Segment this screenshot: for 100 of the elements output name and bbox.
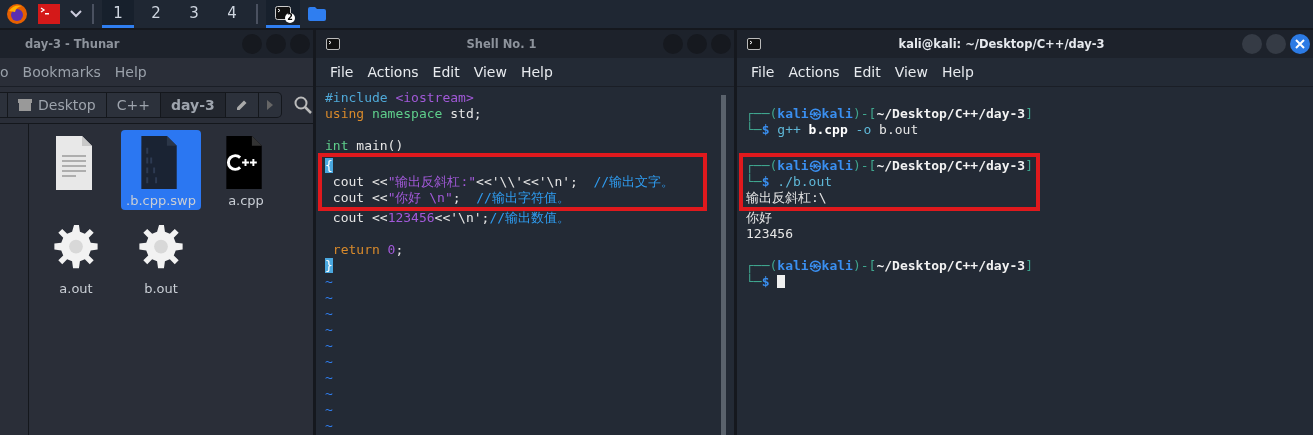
menu-item[interactable]: Help [520,64,553,80]
menu-item[interactable]: Actions [367,64,419,80]
code-text: b.out [878,122,919,137]
code-text: #include [325,90,388,105]
menu-item[interactable]: File [751,64,775,80]
workspace-button[interactable]: 4 [216,0,248,28]
chevron-down-icon[interactable] [70,10,82,18]
code-text: ] [1025,158,1033,173]
terminal-icon[interactable] [38,4,60,24]
code-text: ~/Desktop/C++/day-3 [876,106,1026,121]
folder-icon[interactable] [308,7,326,21]
browser-icon[interactable] [6,3,28,25]
empty-line-marker: ~ [325,370,333,385]
scrollbar[interactable] [721,95,726,435]
menu-item[interactable]: Edit [853,64,881,80]
code-text: cout << [331,190,388,205]
path-button[interactable]: Desktop [8,92,107,118]
code-text: "输出反斜杠:" [387,174,477,189]
window-title: day-3 - Thunar [25,37,120,51]
workspace-button[interactable]: 3 [178,0,210,28]
window-title: Shell No. 1 [465,37,538,51]
menu-item[interactable]: o [0,64,9,80]
code-text: g++ [776,122,801,137]
code-text: └─ [746,274,762,289]
terminal-icon [275,5,291,20]
empty-line-marker: ~ [325,338,333,353]
window-title: kali@kali: ~/Desktop/C++/day-3 [897,37,1106,51]
file-name: a.cpp [228,193,264,208]
workspace-button[interactable]: 2 [140,0,172,28]
code-text: cout << [331,174,388,189]
edit-path-button[interactable] [225,92,259,118]
code-text: ┌──( [746,158,778,173]
code-text: -o [854,122,872,137]
cursor: } [325,258,333,273]
search-icon[interactable] [293,96,312,114]
code-text: ~/Desktop/C++/day-3 [876,158,1026,173]
code-text: //输出数值。 [489,210,571,225]
terminal-icon [747,38,761,50]
triangle-right-icon [266,100,273,110]
empty-line-marker: ~ [325,322,333,337]
code-text: └─ [746,122,762,137]
menu-item[interactable]: Actions [788,64,840,80]
file-tile[interactable]: a.out [36,218,116,298]
code-text: $ [761,122,770,137]
workspace-button[interactable]: 1 [102,0,134,28]
bracket-highlight: { [325,158,333,173]
terminal-task-button[interactable]: 2 [266,0,300,28]
menu-item[interactable]: Edit [432,64,460,80]
code-text: ] [1025,258,1033,273]
menu-item[interactable]: View [473,64,507,80]
path-button[interactable] [0,92,8,118]
minimize-button[interactable] [1242,34,1262,54]
menu-item[interactable]: View [894,64,928,80]
file-tile[interactable]: b.out [121,218,201,298]
code-text: "你好 \n" [387,190,453,205]
close-icon[interactable] [1290,34,1310,54]
code-text: 123456 [387,210,435,225]
code-text: int [325,138,349,153]
menu-item[interactable]: File [330,64,354,80]
code-text: )-[ [852,158,877,173]
code-text: cout << [331,210,388,225]
code-text: <iostream> [394,90,474,105]
empty-line-marker: ~ [325,354,333,369]
file-tile[interactable]: a.cpp [206,130,286,210]
code-text: ] [1025,106,1033,121]
code-text: ; [452,190,461,205]
empty-line-marker: ~ [325,306,333,321]
empty-line-marker: ~ [325,386,333,401]
code-text: b.cpp [807,122,848,137]
code-text: return [331,242,380,257]
code-text: using [325,106,365,121]
empty-line-marker: ~ [325,418,333,433]
code-text: //输出字符值。 [475,190,570,205]
code-text: ┌──( [746,106,778,121]
menu-item[interactable]: Bookmarks [22,64,101,80]
drive-icon [18,99,32,111]
code-text: std; [449,106,482,121]
pencil-icon [235,99,248,111]
terminal-icon [326,38,340,50]
code-text: //输出文字。 [592,174,675,189]
code-text: 输出反斜杠:\ [746,190,827,205]
count-badge: 2 [285,13,295,23]
code-text: └─ [746,174,762,189]
code-text: kali㉿kali [777,106,853,121]
code-text: <<'\\'<<'\n'; [476,174,578,189]
path-button[interactable]: day-3 [161,92,226,118]
code-text: main() [355,138,404,153]
code-text: ┌──( [746,258,778,273]
file-name: .b.cpp.swp [126,193,196,208]
code-text: ; [395,242,404,257]
menu-item[interactable]: Help [941,64,974,80]
code-text: $ [761,174,770,189]
file-name: b.out [144,281,178,296]
path-button[interactable]: C++ [106,92,161,118]
menu-item[interactable]: Help [114,64,147,80]
code-text: kali㉿kali [777,258,853,273]
code-text: ~/Desktop/C++/day-3 [876,258,1026,273]
code-text: )-[ [852,258,877,273]
code-text: kali㉿kali [777,158,853,173]
code-text: namespace [370,106,443,121]
